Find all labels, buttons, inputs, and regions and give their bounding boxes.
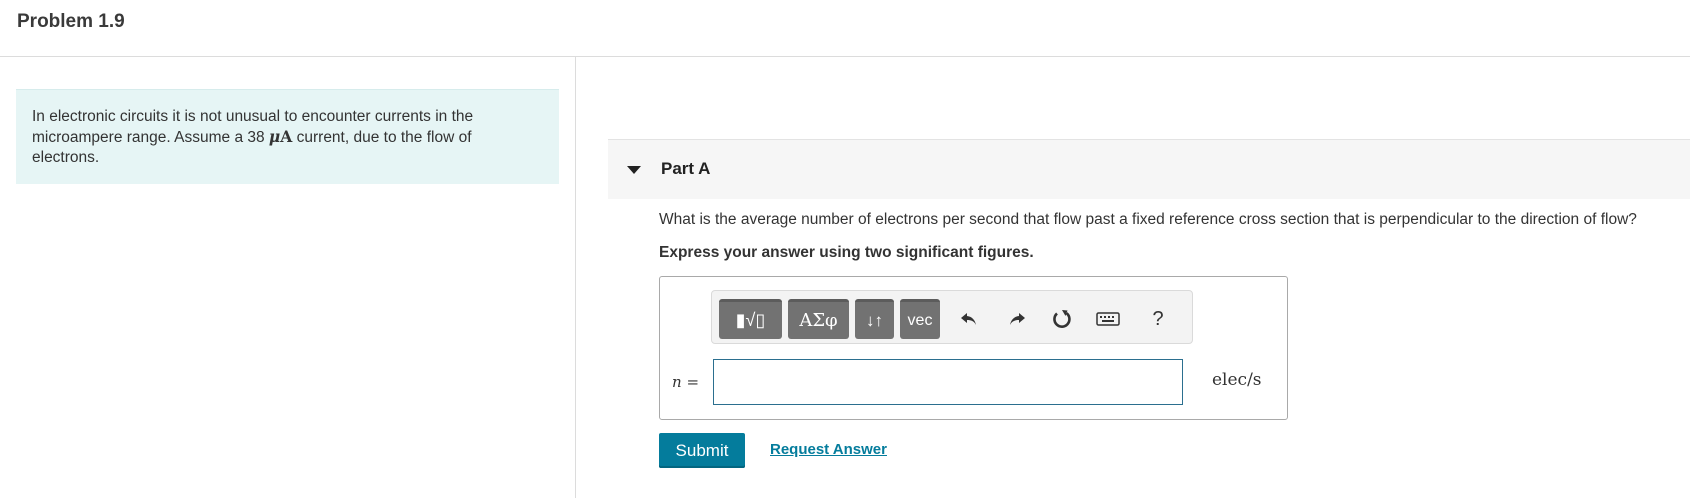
submit-button[interactable]: Submit	[659, 433, 745, 468]
page-header: Problem 1.9	[0, 0, 1690, 57]
variable-label: n =	[672, 373, 699, 391]
reset-icon[interactable]	[1049, 306, 1075, 332]
help-button[interactable]: ?	[1145, 306, 1171, 332]
collapse-caret-icon[interactable]	[627, 166, 641, 174]
page-title: Problem 1.9	[17, 11, 125, 32]
request-answer-link[interactable]: Request Answer	[770, 441, 887, 458]
subscript-superscript-button[interactable]: ↓↑	[855, 299, 894, 339]
vector-button[interactable]: vec	[900, 299, 940, 339]
intro-math-unit: A	[280, 127, 293, 146]
equals-sign: =	[681, 373, 700, 391]
redo-icon[interactable]	[1004, 306, 1030, 332]
problem-intro: In electronic circuits it is not unusual…	[16, 89, 559, 184]
intro-math-mu: μ	[268, 127, 281, 146]
greek-symbols-button[interactable]: ΑΣφ	[788, 299, 849, 339]
keyboard-icon[interactable]	[1095, 306, 1121, 332]
math-toolbar: ▮√▯ ΑΣφ ↓↑ vec ?	[711, 290, 1193, 344]
answer-box: ▮√▯ ΑΣφ ↓↑ vec ? n = elec/s	[659, 276, 1288, 420]
templates-button[interactable]: ▮√▯	[719, 299, 782, 339]
unit-label: elec/s	[1212, 370, 1262, 390]
question-text: What is the average number of electrons …	[659, 211, 1637, 228]
part-a-header[interactable]: Part A	[608, 139, 1690, 199]
answer-input[interactable]	[713, 359, 1183, 405]
column-divider	[575, 57, 576, 498]
undo-icon[interactable]	[956, 306, 982, 332]
part-title: Part A	[661, 159, 711, 178]
answer-instruction: Express your answer using two significan…	[659, 244, 1034, 261]
intro-math: μA	[268, 127, 293, 146]
variable-symbol: n	[672, 373, 682, 391]
